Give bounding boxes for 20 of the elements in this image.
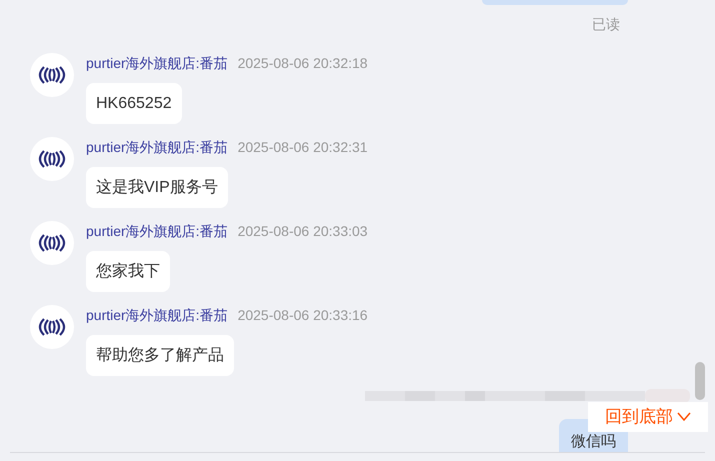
back-to-bottom-button[interactable]: 回到底部 (588, 402, 708, 432)
sender-name: purtier海外旗舰店:番茄 (86, 222, 228, 241)
message-bubble: 您家我下 (86, 251, 170, 292)
message-bubble: 这是我VIP服务号 (86, 167, 228, 208)
message-time: 2025-08-06 20:33:03 (238, 222, 368, 240)
avatar[interactable] (30, 137, 74, 181)
sender-name: purtier海外旗舰店:番茄 (86, 54, 228, 73)
message-time: 2025-08-06 20:32:31 (238, 138, 368, 156)
message-bubble: 帮助您多了解产品 (86, 335, 234, 376)
avatar[interactable] (30, 53, 74, 97)
avatar[interactable] (30, 305, 74, 349)
scrollbar-thumb[interactable] (695, 362, 705, 400)
read-status: 已读 (592, 15, 620, 33)
chevron-down-icon (677, 412, 691, 422)
sender-name: purtier海外旗舰店:番茄 (86, 306, 228, 325)
message-time: 2025-08-06 20:32:18 (238, 54, 368, 72)
message-bubble: HK665252 (86, 83, 182, 124)
avatar[interactable] (30, 221, 74, 265)
sender-name: purtier海外旗舰店:番茄 (86, 138, 228, 157)
message-time: 2025-08-06 20:33:16 (238, 306, 368, 324)
